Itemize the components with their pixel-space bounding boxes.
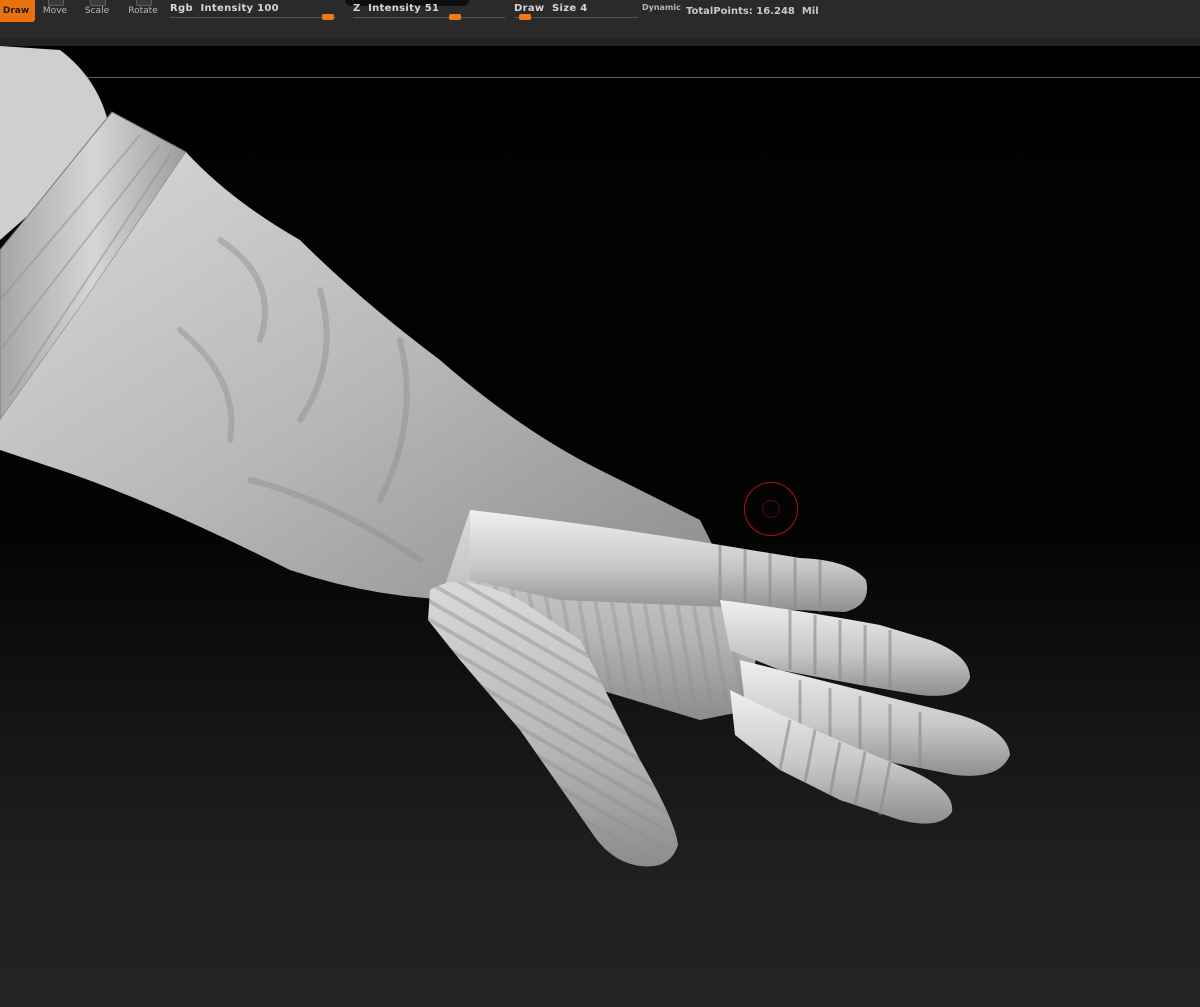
brush-cursor — [744, 482, 798, 536]
move-tool-label: Move — [42, 6, 68, 16]
draw-size-track — [514, 17, 638, 18]
z-intensity-label: Z Intensity 51 — [353, 3, 440, 14]
draw-size-handle[interactable] — [519, 14, 531, 20]
draw-tool-button[interactable]: Draw — [0, 0, 35, 22]
rgb-intensity-track — [170, 17, 336, 18]
rgb-intensity-label: Rgb Intensity 100 — [170, 3, 279, 14]
z-intensity-handle[interactable] — [449, 14, 461, 20]
rgb-intensity-handle[interactable] — [322, 14, 334, 20]
rotate-tool-button[interactable]: Rotate — [124, 0, 162, 22]
scale-tool-label: Scale — [84, 6, 110, 16]
rgb-intensity-slider[interactable]: Rgb Intensity 100 — [170, 0, 336, 24]
draw-size-label: Draw Size 4 — [514, 3, 588, 14]
rotate-tool-label: Rotate — [128, 6, 158, 16]
top-shelf: Draw Move Scale Rotate Rgb Intensity 100… — [0, 0, 1200, 46]
brush-cursor-inner — [762, 500, 780, 518]
move-tool-button[interactable]: Move — [36, 0, 74, 22]
z-intensity-slider[interactable]: Z Intensity 51 — [353, 0, 505, 24]
gloved-hand-model — [0, 46, 1010, 867]
draw-size-slider[interactable]: Draw Size 4 — [514, 0, 638, 24]
z-intensity-track — [353, 17, 505, 18]
total-points-readout: TotalPoints: 16.248 Mil — [686, 6, 819, 17]
scale-tool-button[interactable]: Scale — [78, 0, 116, 22]
dynamic-toggle[interactable]: Dynamic — [642, 3, 681, 12]
viewport-canvas[interactable] — [0, 46, 1200, 1007]
draw-tool-label: Draw — [2, 6, 30, 16]
shelf-divider — [0, 38, 1200, 46]
